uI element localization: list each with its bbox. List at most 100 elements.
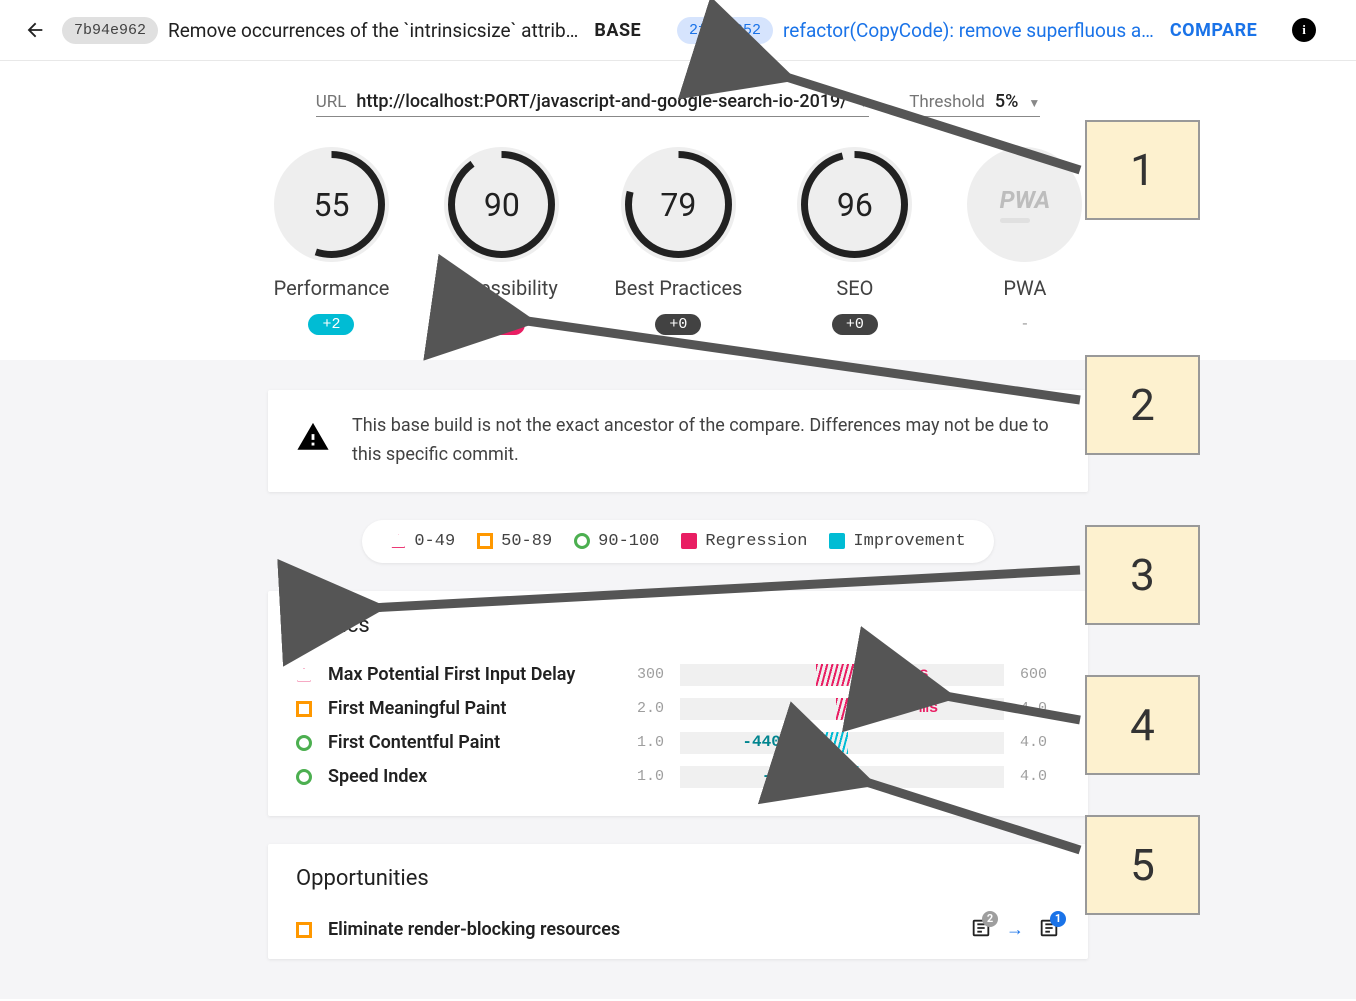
- metric-name: First Meaningful Paint: [328, 698, 608, 719]
- base-report-icon[interactable]: 2: [970, 917, 992, 943]
- back-button[interactable]: [20, 15, 50, 45]
- gauge-best-practices[interactable]: 79 Best Practices +0: [614, 147, 742, 335]
- threshold-value: 5%: [995, 91, 1018, 112]
- score-gauges: 55 Performance+2 90 Accessibility -8 79 B…: [0, 137, 1356, 360]
- gauge-circle: 90: [444, 147, 559, 262]
- metrics-title: Metrics: [296, 613, 1060, 638]
- legend-pass: 90-100: [574, 532, 659, 551]
- url-value: http://localhost:PORT/javascript-and-goo…: [356, 91, 847, 112]
- compare-commit-message: refactor(CopyCode): remove superfluous a…: [783, 19, 1154, 42]
- gauge-performance[interactable]: 55 Performance+2: [274, 147, 390, 335]
- info-button[interactable]: i: [1292, 18, 1316, 42]
- metric-row[interactable]: First Contentful Paint 1.0 -440 ms 4.0: [296, 726, 1060, 760]
- gauge-delta: +0: [655, 314, 701, 335]
- metric-delta: -271 ms: [762, 767, 829, 785]
- base-tag: BASE: [594, 20, 641, 41]
- metric-max: 4.0: [1020, 700, 1060, 717]
- metric-delta: +56 ms: [871, 665, 929, 683]
- metric-max: 4.0: [1020, 768, 1060, 785]
- metric-name: First Contentful Paint: [328, 732, 608, 753]
- gauge-pwa-circle: PWA: [967, 147, 1082, 262]
- compare-commit-section: 2f783052 refactor(CopyCode): remove supe…: [677, 17, 1280, 44]
- opportunities-title: Opportunities: [296, 866, 1060, 891]
- url-label: URL: [316, 92, 347, 112]
- opportunity-name: Eliminate render-blocking resources: [328, 919, 954, 940]
- metric-name: Max Potential First Input Delay: [328, 664, 608, 685]
- metric-row[interactable]: Speed Index 1.0 -271 ms 4.0: [296, 760, 1060, 794]
- metric-bar: +209 ms: [680, 698, 1004, 720]
- metric-delta: -440 ms: [742, 733, 809, 751]
- improvement-swatch: [829, 533, 845, 549]
- gauge-pwa[interactable]: PWA PWA -: [967, 147, 1082, 335]
- base-commit-message: Remove occurrences of the `intrinsicsize…: [168, 19, 578, 42]
- gauge-score: 96: [837, 186, 873, 224]
- arrow-left-icon: [24, 19, 46, 41]
- legend-improvement: Improvement: [829, 532, 965, 551]
- base-commit-section: 7b94e962 Remove occurrences of the `intr…: [62, 17, 665, 44]
- gauge-score: 79: [660, 186, 696, 224]
- legend-average: 50-89: [477, 532, 552, 551]
- gauge-label: Performance: [274, 276, 390, 300]
- gauge-circle: 55: [274, 147, 389, 262]
- threshold-selector[interactable]: Threshold 5% ▼: [909, 91, 1040, 117]
- gauge-label: SEO: [836, 276, 873, 300]
- gauge-circle: 79: [621, 147, 736, 262]
- arrow-right-icon: →: [1006, 919, 1024, 940]
- compare-tag: COMPARE: [1170, 20, 1257, 41]
- metric-row[interactable]: First Meaningful Paint 2.0 +209 ms 4.0: [296, 692, 1060, 726]
- gauge-delta: -: [1006, 314, 1043, 335]
- sq-icon: [296, 922, 312, 938]
- legend-fail: 0-49: [390, 532, 455, 551]
- opportunity-row[interactable]: Eliminate render-blocking resources 2 → …: [296, 911, 1060, 949]
- metric-delta: +209 ms: [871, 699, 938, 717]
- base-commit-hash[interactable]: 7b94e962: [62, 17, 158, 44]
- circle-icon: [574, 533, 590, 549]
- compare-report-icon[interactable]: 1: [1038, 917, 1060, 943]
- gauge-delta: -8: [479, 314, 525, 335]
- comparison-header: 7b94e962 Remove occurrences of the `intr…: [0, 0, 1356, 61]
- threshold-label: Threshold: [909, 92, 985, 112]
- metric-bar: -440 ms: [680, 732, 1004, 754]
- sq-icon: [296, 701, 312, 717]
- warning-text: This base build is not the exact ancesto…: [352, 412, 1060, 470]
- gauge-score: 55: [313, 186, 349, 224]
- ancestor-warning: This base build is not the exact ancesto…: [268, 390, 1088, 492]
- filter-controls: URL http://localhost:PORT/javascript-and…: [0, 61, 1356, 137]
- gauge-accessibility[interactable]: 90 Accessibility -8: [444, 147, 559, 335]
- score-legend: 0-49 50-89 90-100 Regression Improvement: [362, 520, 993, 563]
- pwa-icon: PWA: [1000, 186, 1051, 214]
- cir-icon: [296, 735, 312, 751]
- chevron-down-icon: ▼: [1028, 96, 1040, 110]
- metric-min: 300: [624, 666, 664, 683]
- metric-bar: +56 ms: [680, 664, 1004, 686]
- metric-max: 600: [1020, 666, 1060, 683]
- opportunity-actions: 2 → 1: [970, 917, 1060, 943]
- metric-row[interactable]: Max Potential First Input Delay 300 +56 …: [296, 658, 1060, 692]
- metric-name: Speed Index: [328, 766, 608, 787]
- gauge-circle: 96: [797, 147, 912, 262]
- metric-min: 1.0: [624, 768, 664, 785]
- metric-min: 1.0: [624, 734, 664, 751]
- gauge-score: 90: [484, 186, 520, 224]
- square-icon: [477, 533, 493, 549]
- metric-max: 4.0: [1020, 734, 1060, 751]
- gauge-delta: +0: [832, 314, 878, 335]
- legend-regression: Regression: [681, 532, 807, 551]
- regression-swatch: [681, 533, 697, 549]
- compare-commit-hash[interactable]: 2f783052: [677, 17, 773, 44]
- metric-min: 2.0: [624, 700, 664, 717]
- gauge-label: Accessibility: [446, 276, 558, 300]
- triangle-icon: [390, 533, 406, 549]
- opportunities-card: Opportunities Eliminate render-blocking …: [268, 844, 1088, 959]
- cir-icon: [296, 769, 312, 785]
- gauge-label: PWA: [1003, 276, 1046, 300]
- url-selector[interactable]: URL http://localhost:PORT/javascript-and…: [316, 91, 869, 117]
- report-body: This base build is not the exact ancesto…: [0, 360, 1356, 999]
- chevron-down-icon: ▼: [857, 96, 869, 110]
- gauge-label: Best Practices: [614, 276, 742, 300]
- metrics-card: Metrics Max Potential First Input Delay …: [268, 591, 1088, 816]
- gauge-seo[interactable]: 96 SEO +0: [797, 147, 912, 335]
- metric-bar: -271 ms: [680, 766, 1004, 788]
- tri-icon: [296, 667, 312, 683]
- warning-icon: [296, 420, 330, 462]
